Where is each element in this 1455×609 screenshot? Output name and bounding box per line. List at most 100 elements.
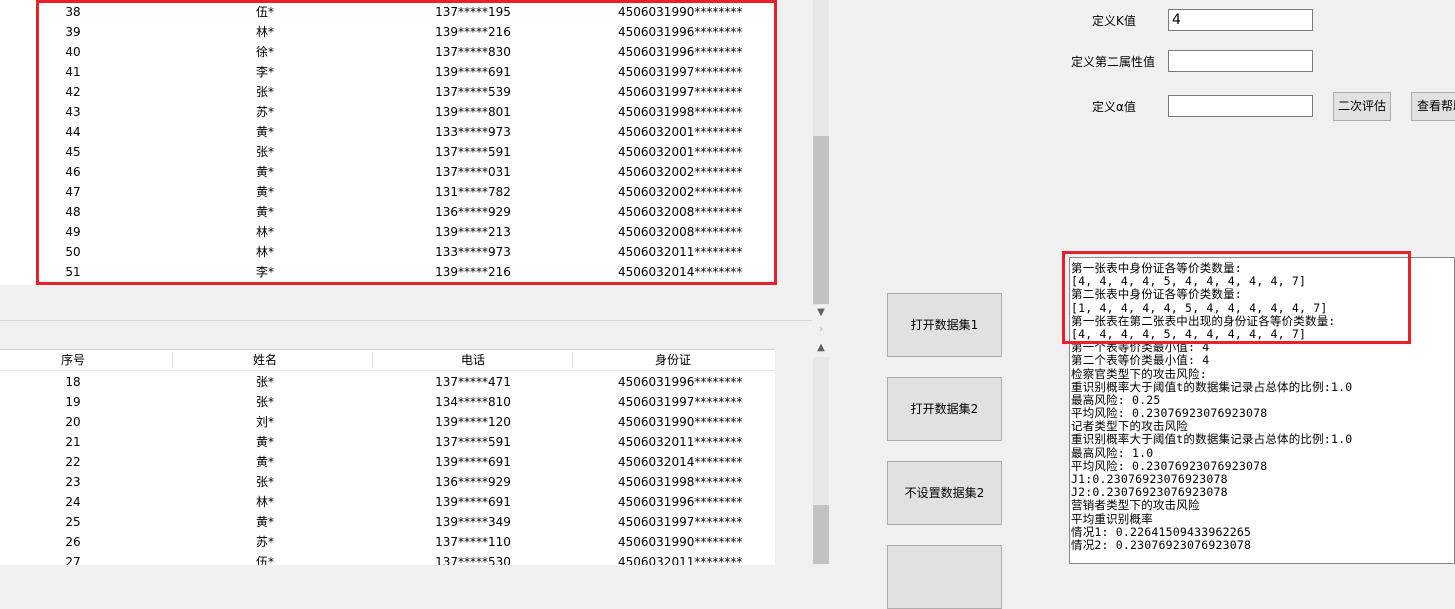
table-cell: 46: [65, 165, 81, 179]
no-dataset2-button[interactable]: 不设置数据集2: [887, 461, 1002, 525]
table-cell: 4506032001********: [618, 145, 743, 159]
table-cell: 43: [65, 105, 81, 119]
help-button[interactable]: 查看帮助: [1411, 92, 1455, 121]
column-header[interactable]: 电话: [423, 350, 523, 370]
table-cell: 131*****782: [435, 185, 511, 199]
open-dataset1-button[interactable]: 打开数据集1: [887, 293, 1002, 357]
table-cell: 4506032008********: [618, 205, 743, 219]
table-splitter[interactable]: [0, 320, 812, 321]
table-row[interactable]: 20 刘* 139*****120 4506031990********: [0, 412, 775, 432]
table-cell: 4506031990********: [618, 415, 743, 429]
table-cell: 黄*: [255, 455, 274, 469]
scroll-down-icon[interactable]: ▼: [813, 306, 829, 320]
dataset1-table[interactable]: 38 伍* 137*****195 4506031990******** 39 林* 139…: [0, 0, 775, 285]
table-row[interactable]: 43 苏* 139*****801 4506031998********: [0, 102, 775, 122]
result-output-textarea[interactable]: 第一张表中身份证各等价类数量: [4, 4, 4, 4, 5, 4, 4, 4, …: [1069, 257, 1455, 564]
table-row[interactable]: 23 张* 136*****929 4506031998********: [0, 472, 775, 492]
table-cell: 133*****973: [435, 245, 511, 259]
table-row[interactable]: 48 黄* 136*****929 4506032008********: [0, 202, 775, 222]
table-cell: 4506032002********: [618, 165, 743, 179]
table-cell: 137*****471: [435, 375, 511, 389]
output-line: 情况1: 0.22641509433962265: [1071, 524, 1252, 539]
table-row[interactable]: 27 伍* 137*****530 4506032011********: [0, 552, 775, 565]
column-divider[interactable]: [572, 352, 573, 368]
table-cell: 4506032011********: [618, 245, 743, 259]
table-cell: 黄*: [255, 515, 274, 529]
table-header: 序号 姓名 电话 身份证: [0, 350, 775, 371]
table-row[interactable]: 38 伍* 137*****195 4506031990********: [0, 2, 775, 22]
scroll-up-icon[interactable]: ▲: [813, 341, 829, 355]
table-cell: 51: [65, 265, 81, 279]
column-header[interactable]: 序号: [23, 350, 123, 370]
table-cell: 137*****591: [435, 145, 511, 159]
output-line: 第一张表在第二张表中出现的身份证各等价类数量:: [1071, 313, 1336, 328]
output-line: 最高风险: 1.0: [1071, 445, 1154, 460]
action-button-4[interactable]: [887, 545, 1002, 609]
table-cell: 4506032011********: [618, 435, 743, 449]
table-cell: 38: [65, 5, 81, 19]
table-row[interactable]: 46 黄* 137*****031 4506032002********: [0, 162, 775, 182]
table-cell: 45: [65, 145, 81, 159]
table-cell: 139*****691: [435, 455, 511, 469]
table-row[interactable]: 24 林* 139*****691 4506031996********: [0, 492, 775, 512]
table-row[interactable]: 19 张* 134*****810 4506031997********: [0, 392, 775, 412]
column-header[interactable]: 身份证: [618, 350, 728, 370]
table-row[interactable]: 51 李* 139*****216 4506032014********: [0, 262, 775, 282]
table-cell: 李*: [255, 65, 274, 79]
table-cell: 139*****691: [435, 495, 511, 509]
table-cell: 4506031996********: [618, 45, 743, 59]
table-cell: 25: [65, 515, 81, 529]
second-attr-input[interactable]: [1168, 50, 1313, 72]
table-row[interactable]: 40 徐* 137*****830 4506031996********: [0, 42, 775, 62]
table-cell: 4506032011********: [618, 555, 743, 565]
table-cell: 20: [65, 415, 81, 429]
column-header[interactable]: 姓名: [215, 350, 315, 370]
table-cell: 伍*: [255, 5, 274, 19]
column-divider[interactable]: [172, 352, 173, 368]
table-row[interactable]: 42 张* 137*****539 4506031997********: [0, 82, 775, 102]
table-cell: 4506031996********: [618, 25, 743, 39]
table-cell: 139*****349: [435, 515, 511, 529]
table-cell: 24: [65, 495, 81, 509]
table-cell: 伍*: [255, 555, 274, 565]
output-line: 情况2: 0.23076923076923078: [1071, 537, 1252, 552]
table-cell: 139*****691: [435, 65, 511, 79]
table-cell: 18: [65, 375, 81, 389]
table-cell: 137*****530: [435, 555, 511, 565]
column-divider[interactable]: [372, 352, 373, 368]
table-cell: 137*****830: [435, 45, 511, 59]
output-line: 平均重识别概率: [1071, 511, 1153, 526]
table-row[interactable]: 45 张* 137*****591 4506032001********: [0, 142, 775, 162]
k-input[interactable]: 4: [1168, 9, 1313, 31]
table-row[interactable]: 18 张* 137*****471 4506031996********: [0, 372, 775, 392]
table-row[interactable]: 26 苏* 137*****110 4506031990********: [0, 532, 775, 552]
table-row[interactable]: 50 林* 133*****973 4506032011********: [0, 242, 775, 262]
table-cell: 139*****213: [435, 225, 511, 239]
table-row[interactable]: 39 林* 139*****216 4506031996********: [0, 22, 775, 42]
table-cell: 4506032008********: [618, 225, 743, 239]
dataset1-scrollbar-thumb[interactable]: [813, 136, 829, 304]
table-cell: 139*****120: [435, 415, 511, 429]
table-cell: 137*****539: [435, 85, 511, 99]
table-cell: 50: [65, 245, 81, 259]
table-cell: 4506031997********: [618, 515, 743, 529]
table-cell: 张*: [255, 85, 274, 99]
table-row[interactable]: 25 黄* 139*****349 4506031997********: [0, 512, 775, 532]
dataset2-table[interactable]: 序号 姓名 电话 身份证 18 张* 137*****471 4506031996******…: [0, 349, 775, 565]
reevaluate-button[interactable]: 二次评估: [1333, 92, 1391, 121]
table-cell: 137*****031: [435, 165, 511, 179]
table-row[interactable]: 49 林* 139*****213 4506032008********: [0, 222, 775, 242]
output-line: 营销者类型下的攻击风险: [1071, 498, 1200, 513]
dataset2-scrollbar-thumb[interactable]: [813, 505, 829, 564]
table-cell: 4506031996********: [618, 375, 743, 389]
table-row[interactable]: 44 黄* 133*****973 4506032001********: [0, 122, 775, 142]
table-cell: 4506032014********: [618, 265, 743, 279]
alpha-input[interactable]: [1168, 95, 1313, 117]
table-row[interactable]: 41 李* 139*****691 4506031997********: [0, 62, 775, 82]
open-dataset2-button[interactable]: 打开数据集2: [887, 377, 1002, 441]
table-row[interactable]: 21 黄* 137*****591 4506032011********: [0, 432, 775, 452]
table-cell: 4506031997********: [618, 85, 743, 99]
table-cell: 136*****929: [435, 475, 511, 489]
table-row[interactable]: 22 黄* 139*****691 4506032014********: [0, 452, 775, 472]
table-row[interactable]: 47 黄* 131*****782 4506032002********: [0, 182, 775, 202]
